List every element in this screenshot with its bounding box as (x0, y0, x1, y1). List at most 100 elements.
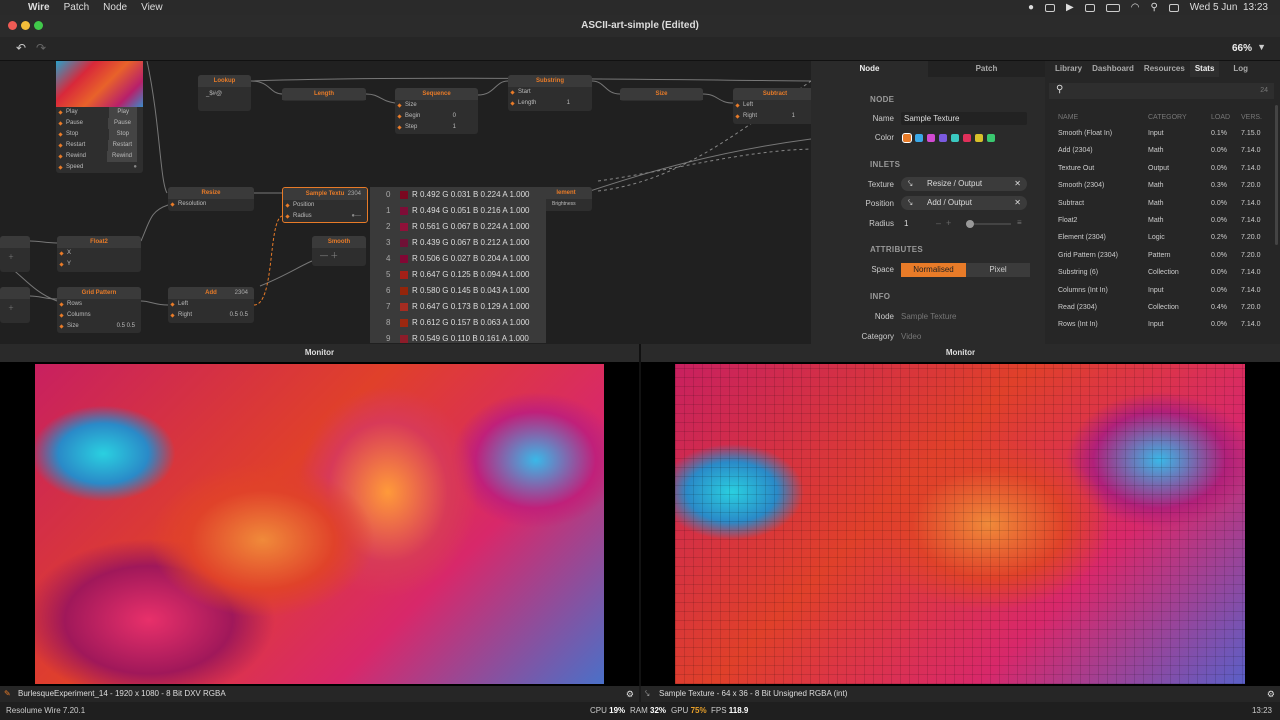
smooth-node[interactable]: Smooth — ＋ (312, 236, 366, 266)
color-swatch[interactable] (915, 134, 923, 142)
player-row-speed[interactable]: Speed ● (56, 162, 143, 173)
player-row-stop[interactable]: Stop Stop (56, 129, 143, 140)
tab-library[interactable]: Library (1045, 61, 1087, 77)
redo-icon[interactable]: ↷ (36, 41, 46, 55)
add-right[interactable]: Right 0.5 0.5 (168, 310, 254, 321)
rgba-data-table[interactable]: 0R 0.492 G 0.031 B 0.224 A 1.000 1 R 0.494… (370, 187, 546, 343)
minimize-window-button[interactable] (21, 21, 30, 30)
sample-texture-position[interactable]: Position (283, 200, 367, 211)
space-normalised-button[interactable]: Normalised (901, 263, 966, 277)
record-icon[interactable]: ● (1028, 2, 1034, 13)
element-value[interactable]: Brightness (540, 199, 592, 207)
chevron-down-icon[interactable]: ▼ (1257, 42, 1266, 52)
player-row-pause[interactable]: Pause Pause (56, 118, 143, 129)
lookup-node[interactable]: Lookup _$#@ (198, 75, 251, 111)
substring-start[interactable]: Start (508, 87, 592, 98)
length-node[interactable]: Length (282, 88, 366, 101)
grid-size[interactable]: Size 0.5 0.5 (57, 321, 141, 332)
tab-dashboard[interactable]: Dashboard (1087, 61, 1139, 77)
resize-resolution[interactable]: Resolution (168, 199, 254, 210)
float2-x[interactable]: X (57, 248, 141, 259)
subtract-right[interactable]: Right 1 (733, 111, 811, 122)
keyboard-icon[interactable] (1084, 3, 1095, 12)
player-row-rewind[interactable]: Rewind Rewind (56, 151, 143, 162)
smooth-stepper[interactable]: — ＋ (312, 248, 366, 261)
stats-row[interactable]: Read (2304) Collection 0.4% 7.20.0 (1045, 302, 1280, 314)
color-swatch[interactable] (951, 134, 959, 142)
radius-field[interactable]: 1 (901, 217, 931, 230)
menu-app[interactable]: Wire (28, 2, 50, 13)
color-swatch[interactable] (902, 133, 912, 143)
stats-search-input[interactable]: ⚲ 24 (1049, 83, 1274, 99)
size-node[interactable]: Size (620, 88, 703, 101)
stats-row[interactable]: Texture Out Output 0.0% 7.14.0 (1045, 163, 1280, 175)
grid-columns[interactable]: Columns (57, 310, 141, 321)
subtract-node[interactable]: Subtract Left Right 1 (733, 88, 811, 124)
play-icon[interactable]: ▶ (1066, 2, 1074, 13)
sequence-step[interactable]: Step 1 (395, 122, 478, 133)
stats-row[interactable]: Grid Pattern (2304) Pattern 0.0% 7.20.0 (1045, 250, 1280, 262)
substring-length[interactable]: Length 1 (508, 98, 592, 109)
color-swatch[interactable] (927, 134, 935, 142)
player-node[interactable]: Play Play Pause Pause Stop Stop Restart Rest… (56, 61, 143, 173)
resize-node[interactable]: Resize Resolution (168, 187, 254, 211)
stats-row[interactable]: Rows (Int In) Input 0.0% 7.14.0 (1045, 319, 1280, 331)
stats-row[interactable]: Subtract Math 0.0% 7.14.0 (1045, 198, 1280, 210)
element-node[interactable]: lement Brightness (540, 187, 592, 211)
menu-icon[interactable]: ≡ (1017, 218, 1022, 227)
add-node[interactable]: Add 2304 Left Right 0.5 0.5 (168, 287, 254, 323)
menu-view[interactable]: View (141, 2, 163, 13)
grid-pattern-node[interactable]: Grid Pattern Rows Columns Size 0.5 0.5 (57, 287, 141, 333)
wifi-icon[interactable]: ◠ (1131, 2, 1140, 13)
lookup-value[interactable]: _$#@ (198, 87, 251, 97)
undo-icon[interactable]: ↶ (16, 41, 26, 55)
battery-icon[interactable] (1105, 3, 1120, 12)
radius-slider[interactable] (966, 220, 1011, 228)
stats-row[interactable]: Element (2304) Logic 0.2% 7.20.0 (1045, 232, 1280, 244)
texture-inlet[interactable]: ⤥ Resize / Output ✕ (901, 177, 1027, 191)
float2-node[interactable]: Float2 X Y (57, 236, 141, 272)
link-icon[interactable]: ⤥ (645, 686, 650, 702)
tab-patch[interactable]: Patch (928, 61, 1045, 77)
float2-y[interactable]: Y (57, 259, 141, 270)
sequence-size[interactable]: Size (395, 100, 478, 111)
offscreen-node-a[interactable]: ＋ (0, 236, 30, 272)
maximize-window-button[interactable] (34, 21, 43, 30)
stats-row[interactable]: Columns (Int In) Input 0.0% 7.14.0 (1045, 285, 1280, 297)
gear-icon[interactable]: ⚙ (1267, 686, 1275, 702)
substring-node[interactable]: Substring Start Length 1 (508, 75, 592, 111)
stats-row[interactable]: Float2 Math 0.0% 7.14.0 (1045, 215, 1280, 227)
space-pixel-button[interactable]: Pixel (966, 263, 1030, 277)
color-swatch[interactable] (939, 134, 947, 142)
screen-icon[interactable] (1045, 3, 1056, 12)
color-swatch[interactable] (987, 134, 995, 142)
close-icon[interactable]: ✕ (1014, 177, 1021, 191)
pin-icon[interactable]: ✎ (4, 686, 11, 702)
player-row-restart[interactable]: Restart Restart (56, 140, 143, 151)
offscreen-node-b[interactable]: ＋ (0, 287, 30, 323)
tab-node[interactable]: Node (811, 61, 928, 77)
close-icon[interactable]: ✕ (1014, 196, 1021, 210)
clock-date[interactable]: Wed 5 Jun 13:23 (1190, 2, 1268, 13)
menu-patch[interactable]: Patch (64, 2, 90, 13)
position-inlet[interactable]: ⤥ Add / Output ✕ (901, 196, 1027, 210)
sample-texture-radius[interactable]: Radius ●— (283, 211, 367, 222)
stats-row[interactable]: Smooth (Float In) Input 0.1% 7.15.0 (1045, 128, 1280, 140)
stats-row[interactable]: Substring (6) Collection 0.0% 7.14.0 (1045, 267, 1280, 279)
close-window-button[interactable] (8, 21, 17, 30)
add-left[interactable]: Left (168, 299, 254, 310)
stats-scrollbar[interactable] (1275, 105, 1278, 245)
subtract-left[interactable]: Left (733, 100, 811, 111)
stats-row[interactable]: Smooth (2304) Math 0.3% 7.20.0 (1045, 180, 1280, 192)
name-field[interactable]: Sample Texture (901, 112, 1027, 125)
control-center-icon[interactable] (1168, 3, 1179, 12)
tab-stats[interactable]: Stats (1189, 61, 1220, 77)
tab-log[interactable]: Log (1219, 61, 1253, 77)
color-swatch[interactable] (975, 134, 983, 142)
search-icon[interactable]: ⚲ (1150, 2, 1157, 13)
color-swatch[interactable] (963, 134, 971, 142)
grid-rows[interactable]: Rows (57, 299, 141, 310)
menu-node[interactable]: Node (103, 2, 127, 13)
sequence-begin[interactable]: Begin 0 (395, 111, 478, 122)
gear-icon[interactable]: ⚙ (626, 686, 634, 702)
